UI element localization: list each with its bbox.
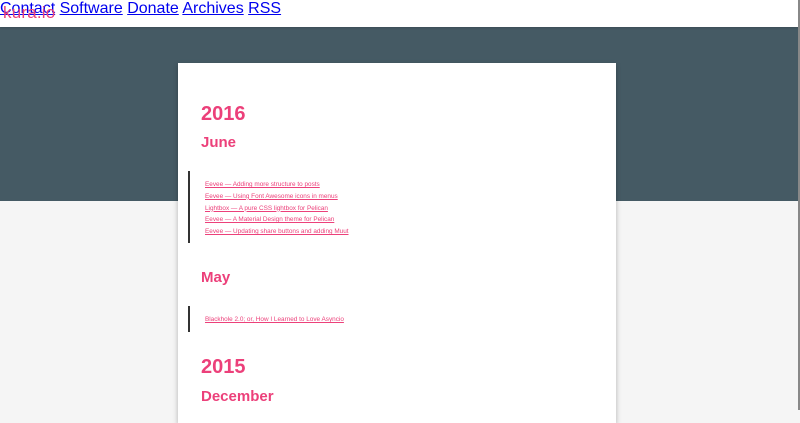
list-item: Eevee — Updating share buttons and addin…: [205, 226, 349, 238]
site-logo-link[interactable]: kura.io: [3, 3, 55, 23]
archive-card: 2016 June Eevee — Adding more structure …: [178, 63, 616, 423]
month-heading-may: May: [201, 269, 231, 286]
post-link[interactable]: Eevee — Using Font Awesome icons in menu…: [205, 193, 338, 200]
post-link[interactable]: Eevee — A Material Design theme for Peli…: [205, 216, 334, 223]
list-item: Eevee — A Material Design theme for Peli…: [205, 214, 349, 226]
nav-link-rss[interactable]: RSS: [248, 0, 281, 17]
year-heading-2015: 2015: [201, 356, 246, 378]
top-navbar: kura.io Contact Software Donate Archives…: [0, 0, 800, 27]
list-item: Lightbox — A pure CSS lightbox for Pelic…: [205, 203, 349, 215]
list-item: Eevee — Using Font Awesome icons in menu…: [205, 191, 349, 203]
post-link[interactable]: Eevee — Updating share buttons and addin…: [205, 228, 349, 235]
main-nav: Contact Software Donate Archives RSS: [0, 0, 798, 18]
post-list-june: Eevee — Adding more structure to posts E…: [188, 171, 349, 243]
nav-link-donate[interactable]: Donate: [127, 0, 179, 17]
post-list-may: Blackhole 2.0; or, How I Learned to Love…: [188, 306, 344, 332]
nav-link-software[interactable]: Software: [60, 0, 123, 17]
post-link[interactable]: Eevee — Adding more structure to posts: [205, 181, 320, 188]
post-link[interactable]: Blackhole 2.0; or, How I Learned to Love…: [205, 316, 344, 323]
nav-link-archives[interactable]: Archives: [182, 0, 243, 17]
list-item: Blackhole 2.0; or, How I Learned to Love…: [205, 314, 344, 326]
list-item: Eevee — Adding more structure to posts: [205, 179, 349, 191]
month-heading-june: June: [201, 134, 237, 151]
year-heading-2016: 2016: [201, 103, 246, 125]
post-link[interactable]: Lightbox — A pure CSS lightbox for Pelic…: [205, 205, 328, 212]
month-heading-december: December: [201, 388, 274, 405]
